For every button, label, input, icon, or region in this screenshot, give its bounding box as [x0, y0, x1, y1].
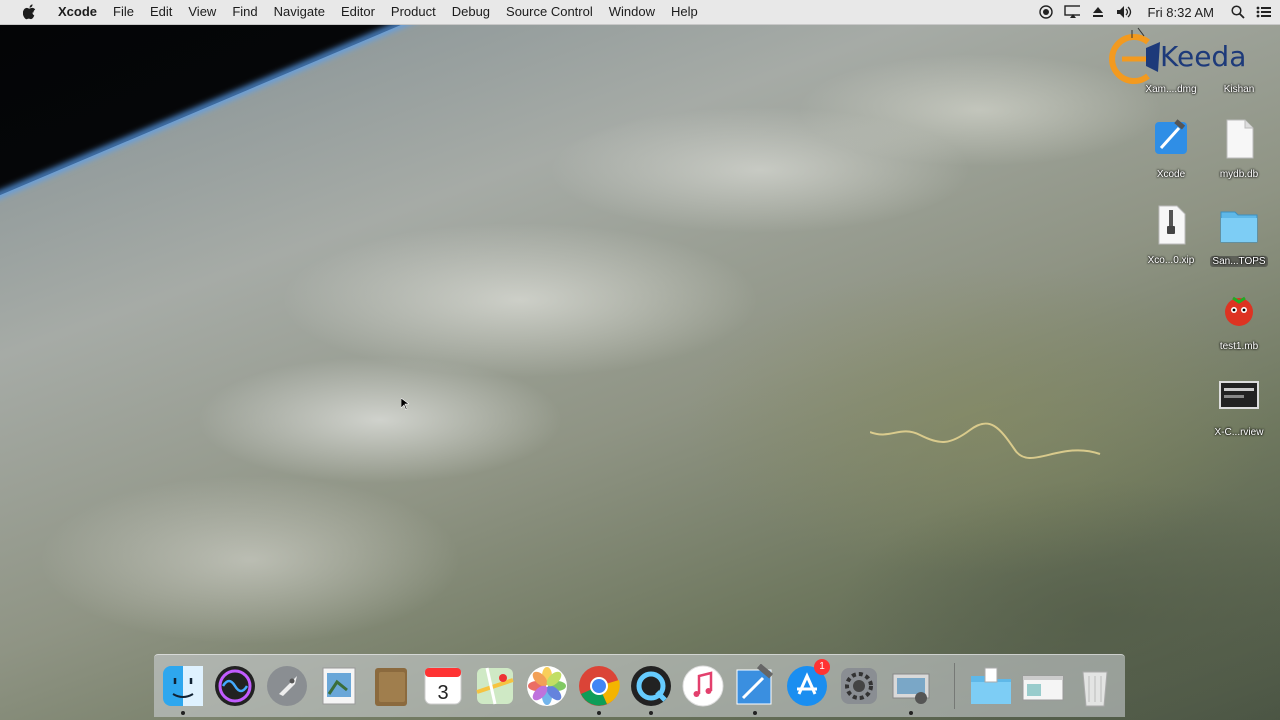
screenshot-thumbnail-icon — [1219, 381, 1259, 409]
dock-app-store[interactable]: 1 — [784, 659, 830, 709]
folder-icon — [1220, 211, 1258, 243]
running-indicator — [753, 711, 757, 715]
menu-app-xcode[interactable]: Xcode — [50, 0, 105, 24]
desktop-icon-test1[interactable]: test1.mb — [1204, 290, 1274, 352]
dock-calendar[interactable]: 3 — [420, 663, 466, 709]
dock-itunes[interactable] — [680, 663, 726, 709]
dock-finder[interactable] — [160, 663, 206, 715]
dock-image-capture[interactable] — [888, 663, 934, 715]
menu-help[interactable]: Help — [663, 0, 706, 24]
menu-source-control[interactable]: Source Control — [498, 0, 601, 24]
folder-icon — [971, 667, 1011, 704]
desktop-icon-mydb[interactable]: mydb.db — [1204, 118, 1274, 180]
running-indicator — [597, 711, 601, 715]
dock-maps[interactable] — [472, 663, 518, 709]
desktop-icon-xcode[interactable]: Xcode — [1136, 118, 1206, 180]
notes-book-icon — [375, 668, 407, 706]
dock-downloads-folder[interactable] — [968, 663, 1014, 709]
watermark-text: Keeda — [1160, 40, 1247, 73]
desktop-icon-label: X-C...rview — [1214, 427, 1264, 438]
dock-chrome[interactable] — [576, 663, 622, 715]
dock-preview[interactable] — [316, 663, 362, 709]
eject-icon[interactable] — [1090, 4, 1106, 20]
menu-editor[interactable]: Editor — [333, 0, 383, 24]
desktop-icon-kishan[interactable]: Kishan — [1204, 70, 1274, 95]
calendar-icon: 3 — [424, 667, 462, 705]
app-store-badge: 1 — [814, 659, 830, 675]
running-indicator — [181, 711, 185, 715]
window-stack-icon — [1022, 675, 1064, 701]
tomato-app-icon — [1225, 296, 1253, 326]
trash-icon — [1082, 671, 1108, 707]
desktop-icon-xam-dmg[interactable]: Xam....dmg — [1136, 70, 1206, 95]
image-capture-icon — [892, 673, 930, 704]
xcode-hammer-icon — [736, 664, 774, 705]
menu-bar: Xcode File Edit View Find Navigate Edito… — [0, 0, 1280, 25]
siri-icon — [215, 666, 255, 706]
menu-edit[interactable]: Edit — [142, 0, 180, 24]
desktop-screen: Xcode File Edit View Find Navigate Edito… — [0, 0, 1280, 720]
dock-quicktime[interactable] — [628, 663, 674, 715]
preview-icon — [322, 667, 356, 705]
maps-icon — [476, 667, 514, 705]
photos-flower-icon — [527, 666, 567, 706]
running-indicator — [649, 711, 653, 715]
launchpad-rocket-icon — [267, 666, 307, 706]
desktop-icon-label: Xam....dmg — [1145, 84, 1197, 95]
menu-file[interactable]: File — [105, 0, 142, 24]
dock-stack-recent[interactable] — [1020, 663, 1066, 709]
desktop-icon-label: Kishan — [1223, 84, 1255, 95]
gear-icon — [841, 668, 877, 704]
desktop-icon-label: mydb.db — [1219, 169, 1259, 180]
status-menus: Fri 8:32 AM — [1038, 0, 1272, 24]
dock-trash[interactable] — [1072, 663, 1118, 709]
airplay-icon[interactable] — [1063, 4, 1080, 20]
dock-launchpad[interactable] — [264, 663, 310, 709]
desktop-icon-label: Xco...0.xip — [1147, 255, 1195, 266]
desktop-icon-label: Xcode — [1156, 169, 1186, 180]
record-icon[interactable] — [1038, 4, 1054, 20]
itunes-music-icon — [682, 665, 724, 707]
desktop-icon-san-tops[interactable]: San...TOPS — [1204, 204, 1274, 269]
xcode-app-icon — [1155, 119, 1187, 154]
volume-icon[interactable] — [1116, 4, 1132, 20]
dock-photos[interactable] — [524, 663, 570, 709]
river-glint — [870, 422, 1101, 459]
menu-find[interactable]: Find — [224, 0, 265, 24]
dock-siri[interactable] — [212, 663, 258, 709]
menu-navigate[interactable]: Navigate — [266, 0, 333, 24]
menu-window[interactable]: Window — [601, 0, 663, 24]
desktop-icon-x-c-rview[interactable]: X-C...rview — [1204, 376, 1274, 438]
apple-menu-icon[interactable] — [22, 4, 38, 20]
desktop-icon-xcode-xip[interactable]: Xco...0.xip — [1136, 204, 1206, 266]
calendar-day: 3 — [437, 682, 448, 704]
spotlight-search-icon[interactable] — [1230, 4, 1246, 20]
notification-center-icon[interactable] — [1256, 4, 1272, 20]
dock-separator — [954, 663, 955, 709]
menu-view[interactable]: View — [180, 0, 224, 24]
menu-product[interactable]: Product — [383, 0, 444, 24]
mouse-cursor-icon — [401, 398, 409, 410]
clock[interactable]: Fri 8:32 AM — [1142, 5, 1220, 20]
running-indicator — [909, 711, 913, 715]
desktop-icon-label: test1.mb — [1219, 341, 1259, 352]
document-icon — [1226, 119, 1254, 159]
dock-xcode[interactable] — [732, 663, 778, 715]
chrome-icon — [579, 666, 620, 706]
dock: 3 1 — [154, 654, 1125, 717]
finder-icon — [163, 666, 203, 706]
menu-debug[interactable]: Debug — [444, 0, 498, 24]
dock-system-preferences[interactable] — [836, 663, 882, 709]
dock-notes[interactable] — [368, 663, 414, 709]
quicktime-icon — [631, 666, 671, 706]
archive-icon — [1158, 205, 1186, 245]
desktop-icon-label: San...TOPS — [1210, 256, 1268, 267]
